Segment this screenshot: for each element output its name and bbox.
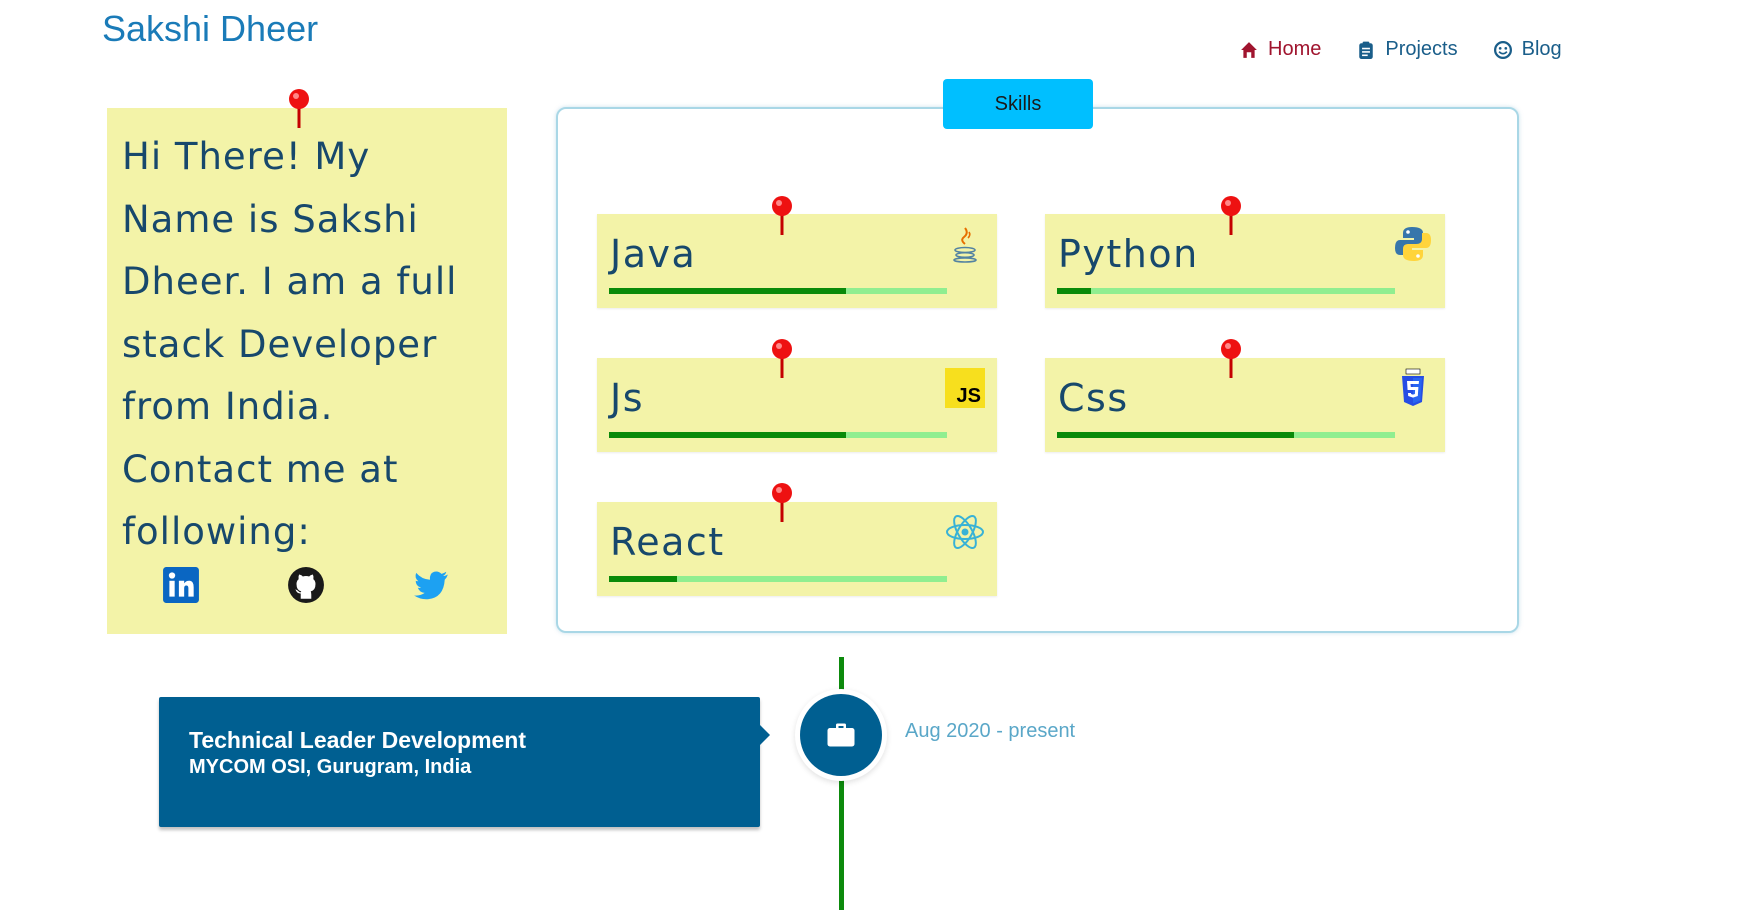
nav-blog[interactable]: Blog <box>1493 38 1562 61</box>
timeline-card: Technical Leader Development MYCOM OSI, … <box>159 697 770 827</box>
svg-text:JS: JS <box>957 385 981 407</box>
briefcase-icon <box>827 723 855 747</box>
intro-line: Contact me at <box>122 447 399 491</box>
intro-line: Name is Sakshi <box>122 197 419 241</box>
smile-icon <box>1493 40 1512 59</box>
nav-projects[interactable]: Projects <box>1357 38 1458 61</box>
intro-line: Hi There! My <box>122 135 371 178</box>
site-title[interactable]: Sakshi Dheer <box>102 8 318 50</box>
skill-card-js: Js JS <box>597 358 997 452</box>
skill-card-java: Java <box>597 214 997 308</box>
react-icon <box>946 515 984 549</box>
intro-text: Hi There! My Name is Sakshi Dheer. I am … <box>122 126 493 564</box>
linkedin-icon[interactable] <box>162 566 200 604</box>
social-links <box>107 566 507 606</box>
clipboard-icon <box>1359 41 1374 59</box>
nav-projects-label: Projects <box>1385 38 1458 60</box>
pin-icon <box>772 483 792 522</box>
main-nav: Home Projects Blog <box>1240 38 1562 61</box>
twitter-icon[interactable] <box>412 566 450 604</box>
timeline-date: Aug 2020 - present <box>905 720 1076 742</box>
nav-home[interactable]: Home <box>1240 38 1321 61</box>
github-icon[interactable] <box>287 566 325 604</box>
skill-progress-track <box>609 288 947 294</box>
python-icon <box>1395 227 1431 261</box>
java-icon <box>953 227 977 263</box>
skill-name: Css <box>1058 376 1129 420</box>
nav-blog-label: Blog <box>1521 38 1562 60</box>
intro-note: Hi There! My Name is Sakshi Dheer. I am … <box>107 108 507 634</box>
skill-progress-fill <box>609 432 846 438</box>
skill-progress-fill <box>1057 288 1091 294</box>
pin-icon <box>1221 339 1241 378</box>
intro-line: Dheer. I am a full <box>122 260 458 303</box>
skill-progress-fill <box>609 576 677 582</box>
skill-progress-track <box>609 576 947 582</box>
skill-name: React <box>610 520 725 564</box>
skill-progress-track <box>609 432 947 438</box>
pin-icon <box>772 196 792 235</box>
skill-progress-fill <box>609 288 846 294</box>
pin-icon <box>1221 196 1241 235</box>
job-company: MYCOM OSI, Gurugram, India <box>189 756 472 778</box>
js-icon: JS <box>945 368 985 408</box>
skills-tab[interactable]: Skills <box>943 79 1093 129</box>
home-icon <box>1241 41 1257 58</box>
pin-icon <box>772 339 792 378</box>
skill-name: Js <box>610 376 645 420</box>
skill-card-react: React <box>597 502 997 596</box>
intro-line: following: <box>122 510 311 553</box>
skill-progress-track <box>1057 288 1395 294</box>
skill-name: Java <box>610 232 697 276</box>
skill-progress-track <box>1057 432 1395 438</box>
timeline-icon <box>800 694 882 776</box>
skill-card-css: Css <box>1045 358 1445 452</box>
css3-icon <box>1402 368 1424 406</box>
skill-card-python: Python <box>1045 214 1445 308</box>
nav-home-label: Home <box>1268 38 1322 60</box>
skill-progress-fill <box>1057 432 1294 438</box>
intro-line: from India. <box>122 385 334 428</box>
pin-icon <box>289 89 309 128</box>
intro-line: stack Developer <box>122 322 438 366</box>
job-title: Technical Leader Development <box>189 727 527 753</box>
skill-name: Python <box>1058 232 1199 276</box>
